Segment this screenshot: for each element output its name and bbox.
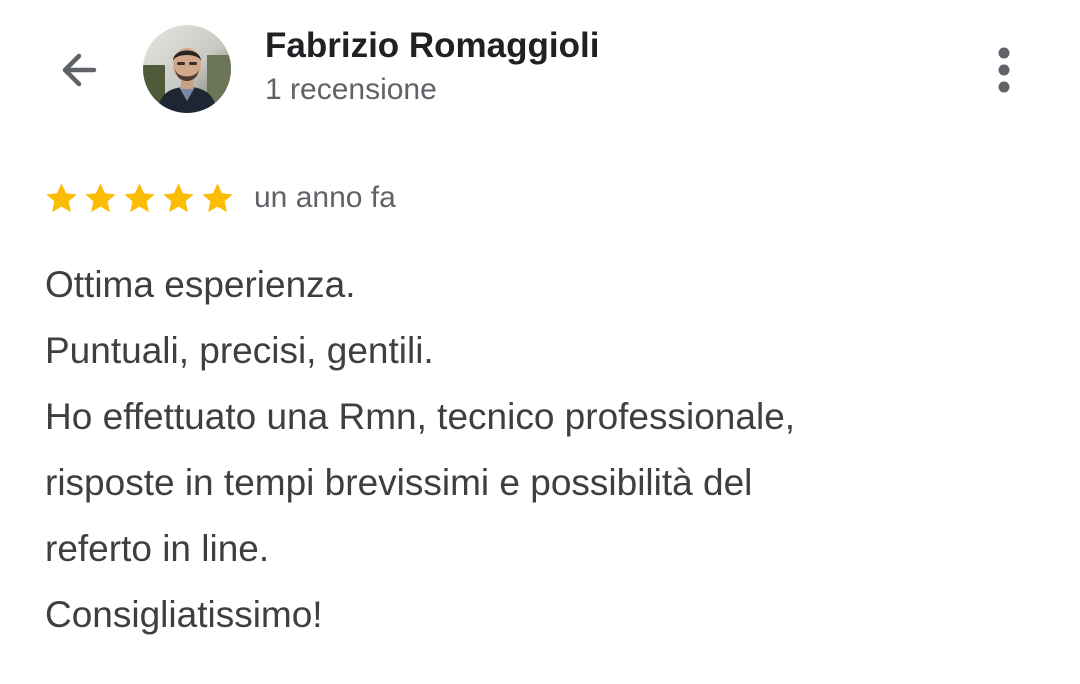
avatar-photo bbox=[143, 25, 231, 113]
review-text-line: Ottima esperienza. bbox=[45, 264, 356, 305]
star-icon bbox=[124, 182, 155, 212]
arrow-back-icon bbox=[62, 53, 97, 87]
star-rating bbox=[43, 178, 238, 218]
review-text-line: Ho effettuato una Rmn, tecnico professio… bbox=[45, 396, 796, 437]
star-icon bbox=[46, 182, 77, 212]
review-date: un anno fa bbox=[254, 181, 396, 214]
avatar[interactable] bbox=[143, 25, 231, 113]
review-text-line: risposte in tempi brevissimi e possibili… bbox=[45, 462, 753, 503]
back-button[interactable] bbox=[42, 36, 114, 104]
more-options-button[interactable] bbox=[978, 40, 1030, 100]
star-icon bbox=[202, 182, 233, 212]
reviewer-name[interactable]: Fabrizio Romaggioli bbox=[265, 24, 599, 68]
review-text: Ottima esperienza. Puntuali, precisi, ge… bbox=[45, 252, 1045, 648]
review-text-line: referto in line. bbox=[45, 528, 270, 569]
review-detail-page: Fabrizio Romaggioli 1 recensione un anno… bbox=[0, 0, 1080, 684]
review-text-line: Puntuali, precisi, gentili. bbox=[45, 330, 434, 371]
review-count: 1 recensione bbox=[265, 73, 437, 106]
review-text-line: Consigliatissimo! bbox=[45, 594, 323, 635]
star-icon bbox=[85, 182, 116, 212]
star-icon bbox=[163, 182, 194, 212]
more-vert-icon bbox=[998, 47, 1010, 93]
